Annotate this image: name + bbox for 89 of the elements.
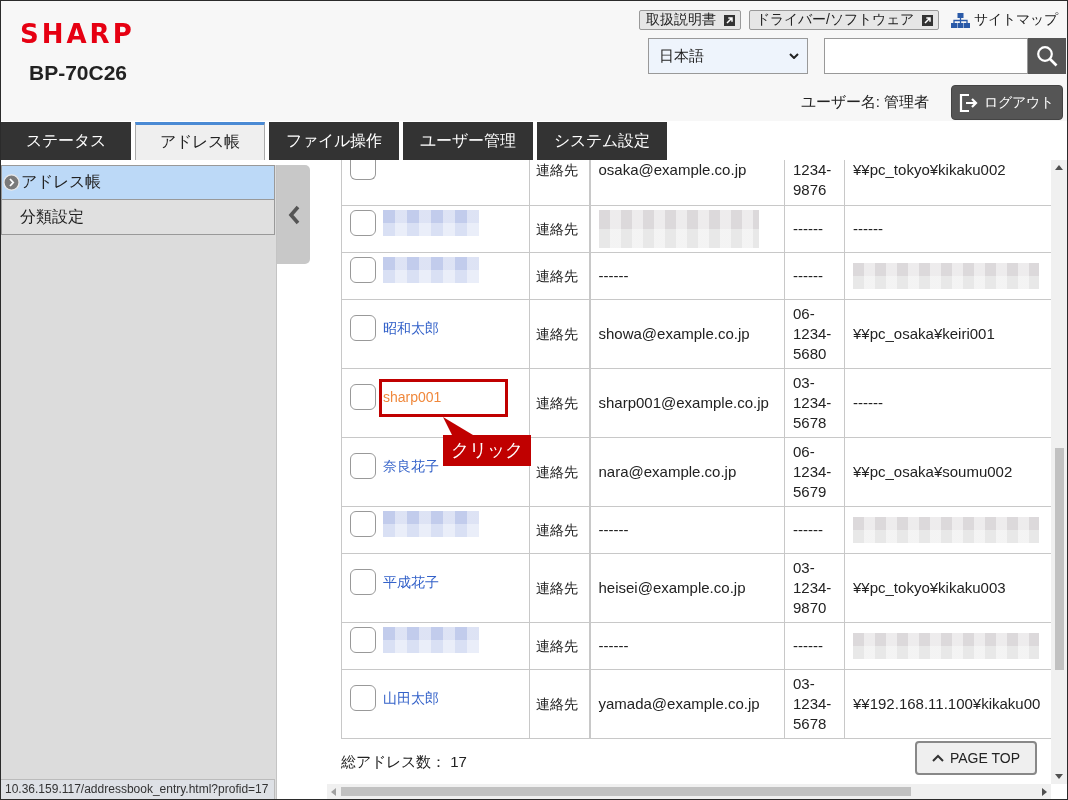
down-triangle-icon[interactable] — [1055, 774, 1063, 779]
search-button[interactable] — [1028, 38, 1066, 74]
table-cell: 連絡先 — [529, 506, 590, 553]
table-cell: ------ — [589, 506, 785, 553]
search-icon — [1036, 45, 1058, 67]
table-cell: osaka@example.co.jp — [589, 160, 785, 205]
checkbox[interactable] — [350, 160, 376, 180]
search-field[interactable] — [824, 38, 1028, 74]
chevron-up-icon — [932, 754, 944, 762]
language-select[interactable]: 日本語 — [648, 38, 808, 74]
sitemap-link[interactable]: サイトマップ — [951, 11, 1058, 29]
sidebar-item[interactable]: 分類設定 — [1, 200, 275, 235]
checkbox[interactable] — [350, 453, 376, 479]
circle-chevron-icon — [3, 174, 20, 191]
table-cell: ¥¥pc_osaka¥keiri001 — [844, 299, 1051, 368]
right-triangle-icon[interactable] — [1042, 787, 1047, 796]
table-cell: showa@example.co.jp — [589, 299, 785, 368]
page-top-button[interactable]: PAGE TOP — [915, 741, 1037, 775]
checkbox[interactable] — [350, 257, 376, 283]
table-cell: ------ — [589, 622, 785, 669]
scrollbar-thumb[interactable] — [341, 787, 911, 796]
table-cell: ------ — [784, 622, 845, 669]
contact-name-link[interactable]: 山田太郎 — [383, 688, 439, 708]
table-cell: ------ — [784, 506, 845, 553]
table-cell: 06-1234-5680 — [784, 299, 845, 368]
table-cell: 06-1234-5679 — [784, 437, 845, 506]
chevron-down-icon — [789, 53, 799, 59]
scrollbar-thumb[interactable] — [1054, 448, 1064, 670]
table-cell: nara@example.co.jp — [589, 437, 785, 506]
table-cell: 連絡先 — [529, 368, 590, 437]
collapse-handle[interactable] — [277, 165, 310, 264]
table-cell: sharp001@example.co.jp — [589, 368, 785, 437]
table-cell: ¥¥192.168.11.100¥kikaku00 — [844, 669, 1051, 738]
table-cell: 連絡先 — [529, 299, 590, 368]
table-cell: 03-1234-9870 — [784, 553, 845, 622]
contact-name-link[interactable]: 奈良花子 — [383, 456, 439, 476]
table-cell: 1234-9876 — [784, 160, 845, 205]
external-link-icon — [724, 14, 736, 26]
table-cell: 連絡先 — [529, 669, 590, 738]
table-cell: ------ — [784, 252, 845, 299]
table-cell: ¥¥pc_tokyo¥kikaku002 — [844, 160, 1051, 205]
left-triangle-icon[interactable] — [331, 787, 336, 796]
model-name: BP-70C26 — [29, 61, 128, 85]
table-cell: ------ — [844, 368, 1051, 437]
header-link-button[interactable]: 取扱説明書 — [639, 10, 742, 30]
table-cell: 連絡先 — [529, 553, 590, 622]
checkbox[interactable] — [350, 210, 376, 236]
checkbox[interactable] — [350, 569, 376, 595]
contact-name-link[interactable]: 平成花子 — [383, 572, 439, 592]
checkbox[interactable] — [350, 511, 376, 537]
horizontal-scrollbar[interactable] — [327, 784, 1051, 799]
table-cell: ¥¥pc_osaka¥soumu002 — [844, 437, 1051, 506]
nav-tab[interactable]: ファイル操作 — [269, 122, 399, 160]
header-link-button[interactable]: ドライバー/ソフトウェア — [749, 10, 939, 30]
checkbox[interactable] — [350, 315, 376, 341]
table-cell: ------ — [784, 205, 845, 252]
external-link-icon — [922, 14, 933, 26]
table-cell: 03-1234-5678 — [784, 368, 845, 437]
nav-tab[interactable]: システム設定 — [537, 122, 667, 160]
nav-tab[interactable]: ユーザー管理 — [403, 122, 533, 160]
table-cell: yamada@example.co.jp — [589, 669, 785, 738]
sidebar-item[interactable]: アドレス帳 — [1, 165, 275, 200]
table-cell: 連絡先 — [529, 205, 590, 252]
callout-pointer-icon — [443, 416, 473, 435]
status-url: 10.36.159.117/addressbook_entry.html?profid=17 — [1, 779, 276, 799]
contact-name-link[interactable]: 昭和太郎 — [383, 318, 439, 338]
checkbox[interactable] — [350, 685, 376, 711]
hierarchy-icon — [951, 12, 970, 28]
table-cell: 連絡先 — [529, 160, 590, 205]
chevron-left-icon — [287, 204, 300, 225]
vertical-scrollbar[interactable] — [1051, 160, 1067, 784]
address-count: 総アドレス数： 17 — [341, 752, 467, 771]
table-cell: heisei@example.co.jp — [589, 553, 785, 622]
table-cell: ------ — [589, 252, 785, 299]
logout-icon — [959, 92, 979, 113]
table-cell: 連絡先 — [529, 437, 590, 506]
table-cell: 連絡先 — [529, 622, 590, 669]
up-triangle-icon[interactable] — [1055, 165, 1063, 170]
brand-logo: SHARP — [20, 21, 135, 47]
table-cell: ¥¥pc_tokyo¥kikaku003 — [844, 553, 1051, 622]
nav-tab[interactable]: ステータス — [1, 122, 131, 160]
user-name-label: ユーザー名: 管理者 — [800, 93, 929, 112]
logout-button[interactable]: ログアウト — [951, 85, 1063, 120]
checkbox[interactable] — [350, 384, 376, 410]
table-cell: 連絡先 — [529, 252, 590, 299]
nav-tab[interactable]: アドレス帳 — [135, 122, 265, 160]
table-cell: ------ — [844, 205, 1051, 252]
checkbox[interactable] — [350, 627, 376, 653]
table-cell: 03-1234-5678 — [784, 669, 845, 738]
